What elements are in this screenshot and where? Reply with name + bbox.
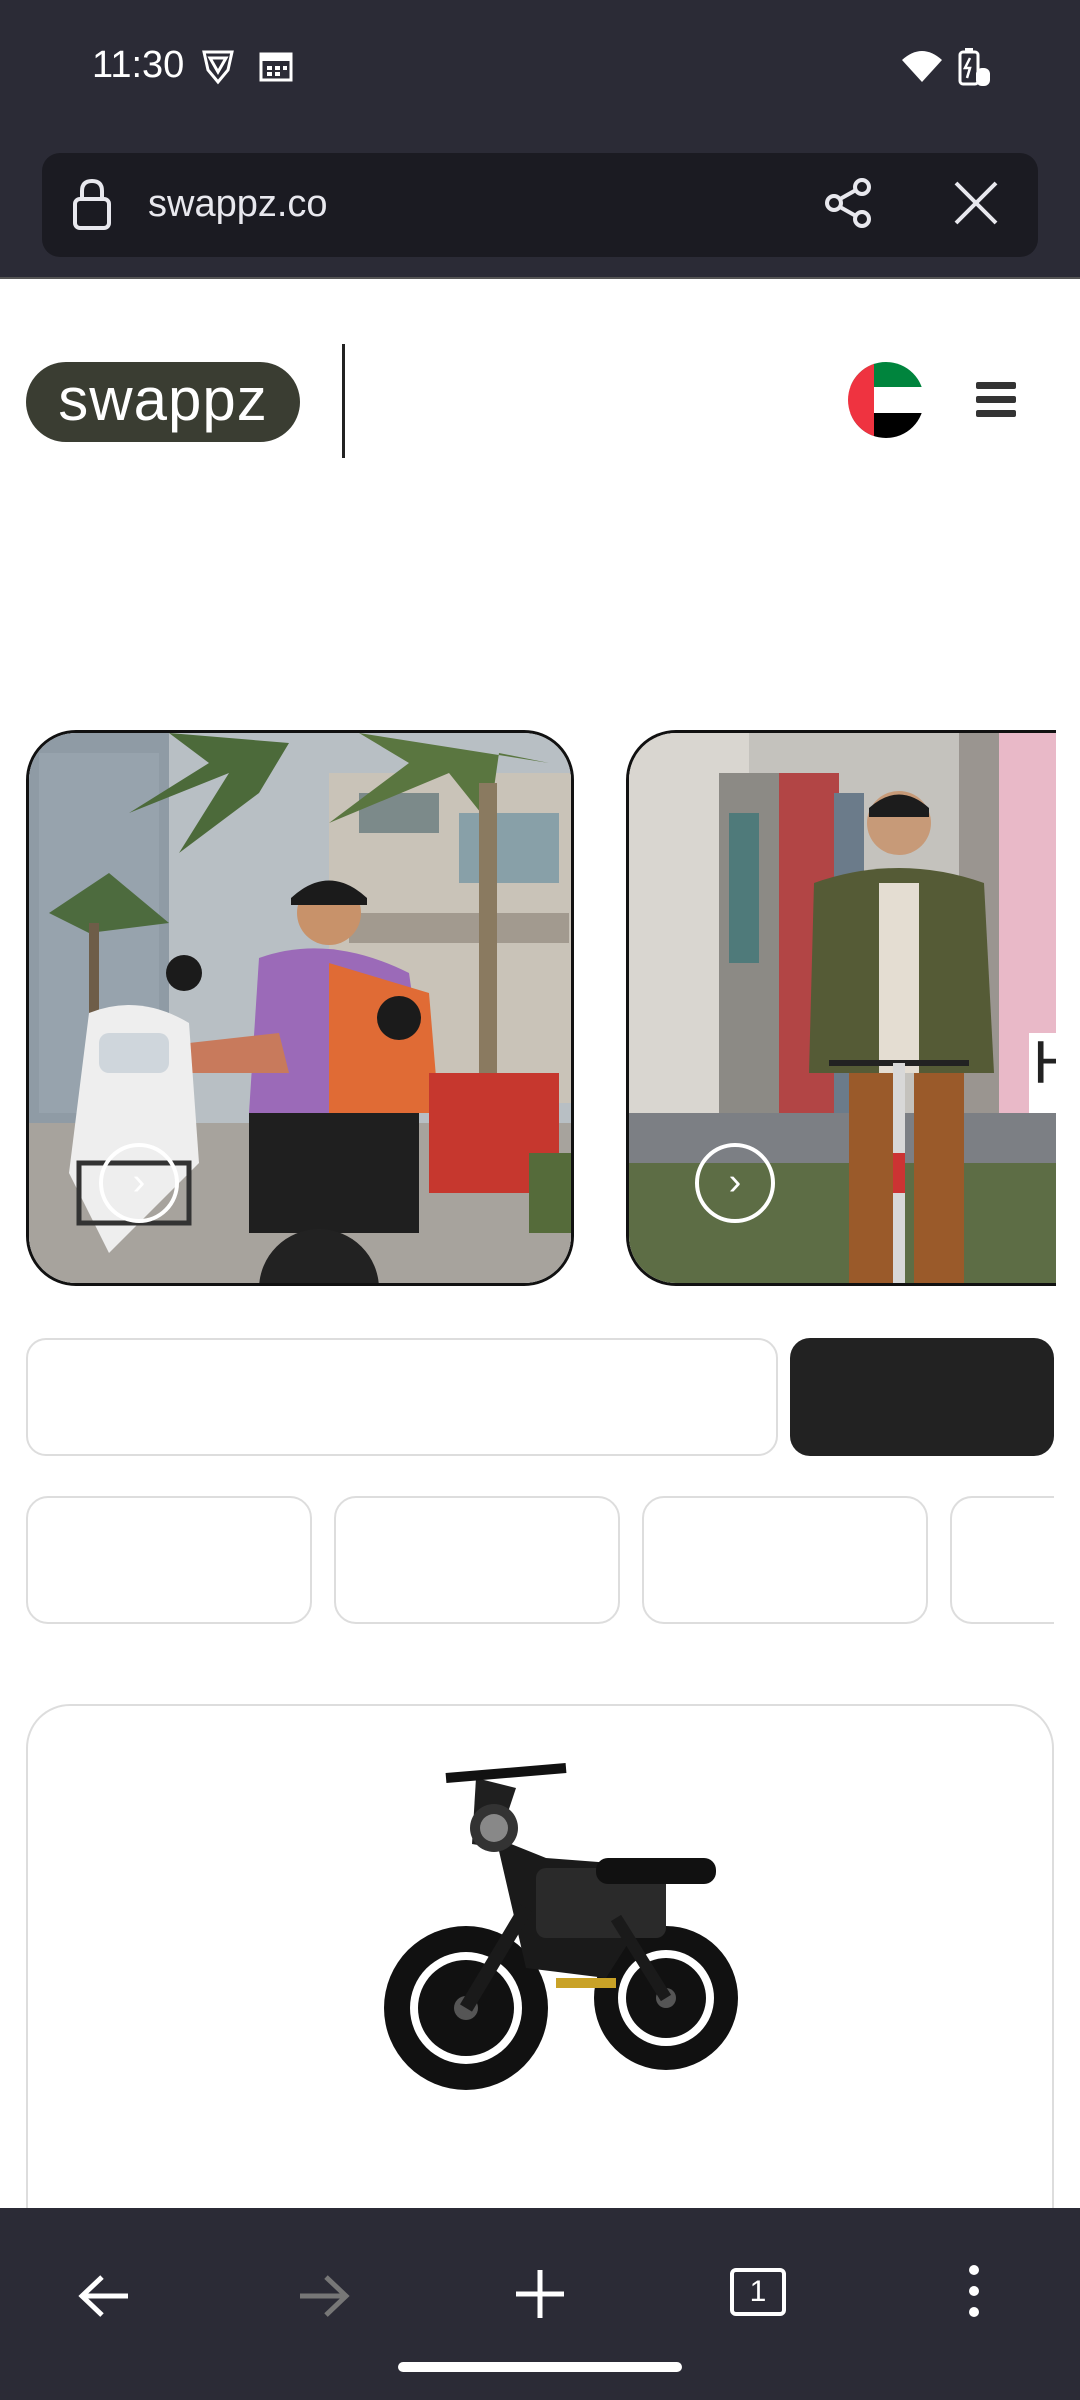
wifi-icon <box>900 48 944 89</box>
status-bar: 11:30 <box>0 0 1080 135</box>
share-icon[interactable] <box>822 177 874 234</box>
search-button[interactable] <box>790 1338 1054 1456</box>
search-input[interactable] <box>26 1338 778 1456</box>
browser-toolbar: swappz.co <box>0 135 1080 279</box>
category-chip[interactable] <box>642 1496 928 1624</box>
status-time: 11:30 <box>92 44 185 86</box>
play-button[interactable]: › <box>695 1143 775 1223</box>
site-logo[interactable]: swappz <box>26 362 300 442</box>
close-icon[interactable] <box>952 179 1000 232</box>
forward-icon[interactable] <box>296 2274 350 2323</box>
url-text[interactable]: swappz.co <box>148 183 328 226</box>
svg-text:H: H <box>1033 1029 1056 1096</box>
calendar-icon <box>258 48 294 89</box>
tab-count-icon[interactable]: 1 <box>730 2268 786 2316</box>
carousel-card-scooter[interactable]: H › <box>626 730 1056 1286</box>
hamburger-menu-icon[interactable] <box>976 382 1016 418</box>
url-bar[interactable]: swappz.co <box>42 153 1038 257</box>
lock-icon[interactable] <box>72 177 112 236</box>
back-icon[interactable] <box>78 2274 132 2323</box>
battery-icon <box>956 48 992 93</box>
category-chip[interactable] <box>334 1496 620 1624</box>
screen: 11:30 swappz.co swappz › › 1 <box>0 0 1080 2400</box>
header-divider <box>342 344 345 458</box>
vpn-shield-icon <box>200 48 236 93</box>
play-button[interactable]: › <box>99 1143 179 1223</box>
uae-flag-icon[interactable] <box>848 362 924 438</box>
more-icon[interactable] <box>968 2264 980 2323</box>
category-chip[interactable] <box>950 1496 1054 1624</box>
category-chip[interactable] <box>26 1496 312 1624</box>
new-tab-icon[interactable] <box>514 2268 566 2325</box>
ebike-image <box>384 1763 738 2090</box>
scooter-rider-image: H <box>629 733 1056 1283</box>
carousel-card-delivery[interactable]: › <box>26 730 574 1286</box>
home-indicator[interactable] <box>398 2362 682 2372</box>
